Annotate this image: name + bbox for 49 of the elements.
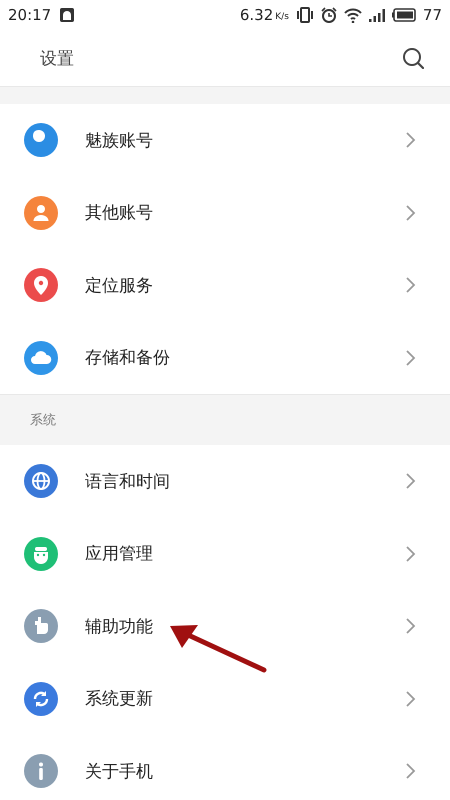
chevron-icon [405,204,416,222]
settings-item[interactable]: 其他账号 [0,176,450,249]
alarm-icon [320,7,337,23]
setting-icon [24,123,58,158]
setting-icon [24,268,58,302]
setting-icon [24,754,58,788]
chevron-icon [405,544,416,563]
wifi-icon [344,7,362,23]
setting-icon [24,536,58,571]
item-label: 语言和时间 [85,470,171,493]
search-icon [402,47,424,69]
notification-icon [59,7,76,23]
item-label: 定位服务 [85,274,154,297]
item-label: 关于手机 [85,760,154,783]
page-title: 设置 [40,48,74,70]
network-speed: 6.32 [240,6,274,24]
item-label: 系统更新 [85,688,154,710]
settings-item[interactable]: 应用管理 [0,518,450,590]
settings-item[interactable]: 魅族账号 [0,104,450,176]
chevron-icon [405,348,416,367]
item-label: 其他账号 [85,202,154,224]
item-label: 存储和备份 [85,347,171,370]
chevron-icon [405,762,416,780]
chevron-icon [405,276,416,294]
setting-icon [24,340,58,375]
setting-icon [24,464,58,498]
setting-icon [24,682,58,716]
settings-item[interactable]: 关于手机 [0,735,450,800]
section-header: 系统 [30,412,56,429]
battery-level: 77 [422,6,442,24]
setting-icon [24,196,58,230]
settings-item[interactable]: 系统更新 [0,662,450,735]
settings-item[interactable]: 存储和备份 [0,322,450,394]
chevron-icon [405,131,416,150]
chevron-icon [405,690,416,708]
signal-icon [368,7,385,23]
settings-item[interactable]: 定位服务 [0,249,450,322]
settings-item[interactable]: 语言和时间 [0,445,450,518]
chevron-icon [405,472,416,490]
item-label: 辅助功能 [85,616,154,638]
status-time: 20:17 [8,6,52,24]
vibrate-icon [296,7,314,23]
item-label: 应用管理 [85,543,154,566]
setting-icon [24,609,58,644]
item-label: 魅族账号 [85,130,154,152]
search-button[interactable] [402,47,424,69]
battery-icon [392,7,416,23]
speed-unit: K/s [275,12,289,22]
chevron-icon [405,617,416,636]
